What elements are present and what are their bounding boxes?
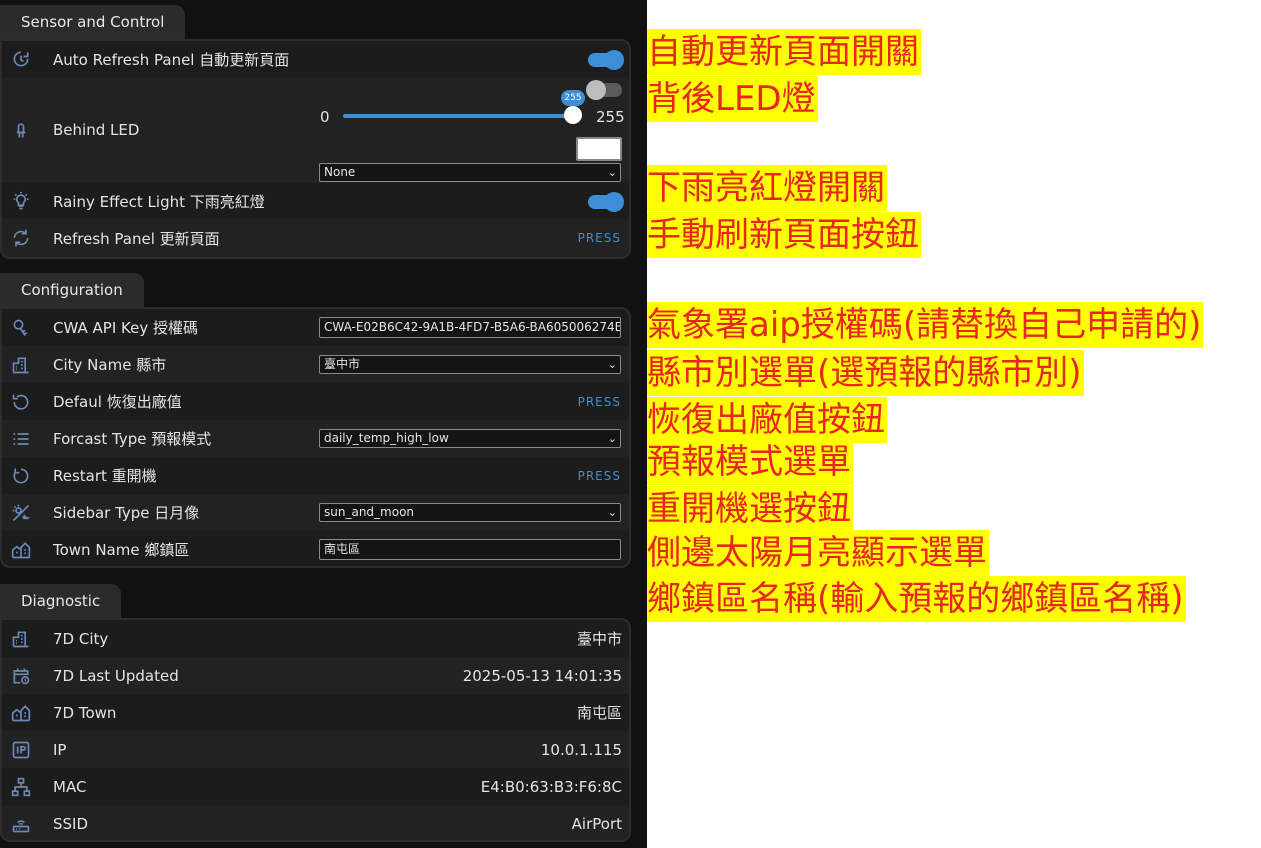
town-name-label: Town Name 鄉鎮區 bbox=[53, 541, 190, 559]
row-rainy-light: Rainy Effect Light 下雨亮紅燈 bbox=[2, 183, 629, 219]
forecast-type-select[interactable]: daily_temp_high_low ⌄ bbox=[319, 429, 621, 448]
refresh-clock-icon bbox=[11, 49, 31, 69]
diag-label: IP bbox=[53, 740, 67, 759]
row-behind-led: Behind LED None ⌄ bbox=[2, 77, 629, 183]
annotation-auto-refresh: 自動更新頁面開關 bbox=[647, 29, 921, 75]
row-restart: Restart 重開機 PRESS bbox=[2, 457, 629, 494]
section-title-configuration: Configuration bbox=[0, 273, 144, 309]
annotation-behind-led: 背後LED燈 bbox=[647, 76, 818, 122]
annotation-sidebar-select: 側邊太陽月亮顯示選單 bbox=[647, 530, 989, 576]
behind-led-toggle[interactable] bbox=[586, 80, 622, 100]
diag-row-ip: IP 10.0.1.115 bbox=[2, 731, 629, 768]
section-title-sensor: Sensor and Control bbox=[0, 5, 186, 41]
led-brightness-slider[interactable] bbox=[343, 114, 573, 118]
led-icon bbox=[11, 120, 31, 140]
row-default: Defaul 恢復出廠值 PRESS bbox=[2, 383, 629, 420]
diag-value: 2025-05-13 14:01:35 bbox=[462, 666, 622, 685]
annotation-refresh-button: 手動刷新頁面按鈕 bbox=[647, 212, 921, 258]
auto-refresh-label: Auto Refresh Panel 自動更新頁面 bbox=[53, 50, 290, 69]
led-color-picker[interactable] bbox=[576, 137, 622, 161]
annotation-api-key: 氣象署aip授權碼(請替換自己申請的) bbox=[647, 302, 1204, 348]
diag-value: 臺中市 bbox=[576, 630, 622, 648]
restart-icon bbox=[11, 466, 31, 486]
rainy-light-toggle[interactable] bbox=[588, 192, 624, 212]
router-wifi-icon bbox=[11, 814, 31, 834]
section-title-diagnostic: Diagnostic bbox=[0, 584, 122, 620]
control-panel: Sensor and Control Auto Refresh Panel 自動… bbox=[0, 0, 647, 848]
led-slider-max: 255 bbox=[596, 108, 625, 126]
annotation-column: 自動更新頁面開關 背後LED燈 下雨亮紅燈開關 手動刷新頁面按鈕 氣象署aip授… bbox=[647, 0, 1261, 848]
annotation-city-select: 縣市別選單(選預報的縣市別) bbox=[647, 350, 1084, 396]
row-auto-refresh: Auto Refresh Panel 自動更新頁面 bbox=[2, 41, 629, 77]
section-sensor-control: Sensor and Control Auto Refresh Panel 自動… bbox=[0, 5, 631, 260]
restart-label: Restart 重開機 bbox=[53, 467, 157, 485]
row-forecast-type: Forcast Type 預報模式 daily_temp_high_low ⌄ bbox=[2, 420, 629, 457]
city-name-select[interactable]: 臺中市 ⌄ bbox=[319, 355, 621, 374]
diag-row-last-updated: 7D Last Updated 2025-05-13 14:01:35 bbox=[2, 657, 629, 694]
default-press-button[interactable]: PRESS bbox=[578, 395, 621, 409]
ip-icon bbox=[11, 740, 31, 760]
calendar-clock-icon bbox=[11, 666, 31, 686]
forecast-type-label: Forcast Type 預報模式 bbox=[53, 430, 212, 448]
rainy-light-label: Rainy Effect Light 下雨亮紅燈 bbox=[53, 192, 265, 211]
diag-row-ssid: SSID AirPort bbox=[2, 805, 629, 840]
auto-refresh-toggle[interactable] bbox=[588, 50, 624, 70]
refresh-panel-label: Refresh Panel 更新頁面 bbox=[53, 229, 220, 248]
api-key-label: CWA API Key 授權碼 bbox=[53, 319, 198, 337]
diag-row-city: 7D City 臺中市 bbox=[2, 620, 629, 657]
town-name-input[interactable]: 南屯區 bbox=[319, 539, 621, 560]
list-icon bbox=[11, 429, 31, 449]
row-town-name: Town Name 鄉鎮區 南屯區 bbox=[2, 531, 629, 566]
diag-label: SSID bbox=[53, 814, 89, 833]
restart-press-button[interactable]: PRESS bbox=[578, 469, 621, 483]
annotation-forecast-select: 預報模式選單 bbox=[647, 439, 853, 485]
sidebar-type-label: Sidebar Type 日月像 bbox=[53, 504, 200, 522]
default-label: Defaul 恢復出廠值 bbox=[53, 393, 182, 411]
key-icon bbox=[11, 318, 31, 338]
led-effect-select[interactable]: None ⌄ bbox=[319, 163, 621, 182]
led-slider-thumb[interactable] bbox=[564, 106, 582, 124]
led-slider-min: 0 bbox=[320, 108, 330, 126]
town-icon bbox=[11, 540, 31, 560]
sidebar-type-select[interactable]: sun_and_moon ⌄ bbox=[319, 503, 621, 522]
behind-led-label: Behind LED bbox=[53, 121, 140, 139]
row-refresh-panel: Refresh Panel 更新頁面 PRESS bbox=[2, 219, 629, 257]
town-icon bbox=[11, 703, 31, 723]
restore-icon bbox=[11, 392, 31, 412]
city-icon bbox=[11, 629, 31, 649]
diag-value: E4:B0:63:B3:F6:8C bbox=[480, 777, 622, 796]
annotation-default-button: 恢復出廠值按鈕 bbox=[647, 397, 887, 443]
network-icon bbox=[11, 777, 31, 797]
diag-row-mac: MAC E4:B0:63:B3:F6:8C bbox=[2, 768, 629, 805]
api-key-input[interactable]: CWA-E02B6C42-9A1B-4FD7-B5A6-BA605006274E bbox=[319, 317, 621, 338]
diag-value: 10.0.1.115 bbox=[540, 740, 622, 759]
sync-icon bbox=[11, 228, 31, 248]
led-slider-value-bubble: 255 bbox=[561, 90, 585, 106]
diag-value: AirPort bbox=[571, 814, 622, 833]
section-configuration: Configuration CWA API Key 授權碼 CWA-E02B6C… bbox=[0, 273, 631, 569]
row-city-name: City Name 縣市 臺中市 ⌄ bbox=[2, 346, 629, 383]
annotation-town-name: 鄉鎮區名稱(輸入預報的鄉鎮區名稱) bbox=[647, 576, 1186, 622]
row-sidebar-type: Sidebar Type 日月像 sun_and_moon ⌄ bbox=[2, 494, 629, 531]
city-icon bbox=[11, 355, 31, 375]
section-diagnostic: Diagnostic 7D City 臺中市 7D Last Updated 2… bbox=[0, 584, 631, 842]
lightbulb-icon bbox=[11, 191, 31, 211]
diag-label: 7D Last Updated bbox=[53, 666, 179, 685]
city-name-label: City Name 縣市 bbox=[53, 356, 167, 374]
diag-label: 7D City bbox=[53, 629, 109, 648]
diag-label: MAC bbox=[53, 777, 87, 796]
refresh-panel-press-button[interactable]: PRESS bbox=[578, 231, 621, 245]
diag-value: 南屯區 bbox=[576, 704, 622, 722]
annotation-restart-button: 重開機選按鈕 bbox=[647, 486, 853, 532]
annotation-rainy-light: 下雨亮紅燈開關 bbox=[647, 165, 887, 211]
row-api-key: CWA API Key 授權碼 CWA-E02B6C42-9A1B-4FD7-B… bbox=[2, 309, 629, 346]
sun-moon-icon bbox=[11, 503, 31, 523]
diag-row-town: 7D Town 南屯區 bbox=[2, 694, 629, 731]
diag-label: 7D Town bbox=[53, 703, 117, 722]
